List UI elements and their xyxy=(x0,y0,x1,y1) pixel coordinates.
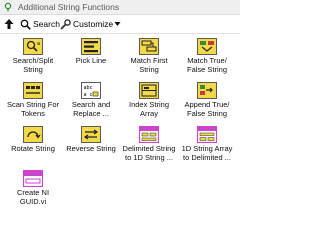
palette-item-label: Append True/ False String xyxy=(184,100,230,118)
wrench-icon xyxy=(60,18,71,30)
palette-item-pick-line[interactable]: Pick Line xyxy=(62,37,120,79)
palette-item-match-true-false-string[interactable]: Match True/ False String xyxy=(178,37,236,79)
palette-item-label: Rotate String xyxy=(11,144,55,153)
pick-line-icon xyxy=(81,38,101,55)
up-arrow-icon xyxy=(4,19,14,29)
palette-item-index-string-array[interactable]: Index String Array xyxy=(120,81,178,123)
pin-icon[interactable] xyxy=(3,2,13,12)
palette-item-delimited-string-to-1d-array[interactable]: Delimited String to 1D String ... xyxy=(120,125,178,167)
palette-item-rotate-string[interactable]: Rotate String xyxy=(4,125,62,167)
palette-item-match-first-string[interactable]: Match First String xyxy=(120,37,178,79)
up-button[interactable] xyxy=(4,17,14,31)
palette-item-label: Delimited String to 1D String ... xyxy=(122,144,176,162)
palette-item-search-and-replace[interactable]: abc a c Search and Replace ... xyxy=(62,81,120,123)
palette-item-label: 1D String Array to Delimited ... xyxy=(181,144,233,162)
toolbar: Search Customize xyxy=(0,15,240,34)
search-label: Search xyxy=(33,19,60,29)
window-title: Additional String Functions xyxy=(18,2,120,12)
palette-item-label: Index String Array xyxy=(128,100,170,118)
delimited-string-to-1d-array-icon xyxy=(139,126,159,143)
customize-label: Customize xyxy=(73,19,114,29)
search-button[interactable]: Search xyxy=(20,17,60,31)
palette-item-label: Match First String xyxy=(130,56,168,74)
title-bar: Additional String Functions xyxy=(0,0,240,15)
palette-item-create-ni-guid[interactable]: Create NI GUID.vi xyxy=(4,169,62,215)
palette-item-label: Scan String For Tokens xyxy=(6,100,60,118)
svg-text:abc: abc xyxy=(84,85,93,91)
match-true-false-string-icon xyxy=(197,38,217,55)
1d-string-array-to-delimited-icon xyxy=(197,126,217,143)
palette-item-scan-string-for-tokens[interactable]: Scan String For Tokens xyxy=(4,81,62,123)
palette-item-reverse-string[interactable]: Reverse String xyxy=(62,125,120,167)
rotate-string-icon xyxy=(23,126,43,143)
palette-item-search-split-string[interactable]: a Search/Split String xyxy=(4,37,62,79)
scan-string-for-tokens-icon xyxy=(23,82,43,99)
palette-item-label: Match True/ False String xyxy=(186,56,228,74)
match-first-string-icon xyxy=(139,38,159,55)
index-string-array-icon xyxy=(139,82,159,99)
append-true-false-string-icon xyxy=(197,82,217,99)
palette-item-append-true-false-string[interactable]: Append True/ False String xyxy=(178,81,236,123)
chevron-down-icon xyxy=(114,22,121,26)
search-and-replace-icon: abc a c xyxy=(81,82,101,99)
search-split-string-icon: a xyxy=(23,38,43,55)
palette-item-label: Pick Line xyxy=(75,56,107,65)
function-palette: a Search/Split String Pick Line Match Fi… xyxy=(4,37,240,215)
create-ni-guid-icon xyxy=(23,170,43,187)
palette-item-1d-string-array-to-delimited[interactable]: 1D String Array to Delimited ... xyxy=(178,125,236,167)
svg-text:a c: a c xyxy=(84,92,93,98)
palette-item-label: Create NI GUID.vi xyxy=(16,188,50,206)
customize-button[interactable]: Customize xyxy=(60,17,121,31)
palette-item-label: Search/Split String xyxy=(12,56,54,74)
palette-item-label: Reverse String xyxy=(66,144,116,153)
palette-item-label: Search and Replace ... xyxy=(71,100,111,118)
reverse-string-icon xyxy=(81,126,101,143)
svg-text:a: a xyxy=(37,41,40,47)
search-icon xyxy=(20,19,31,30)
